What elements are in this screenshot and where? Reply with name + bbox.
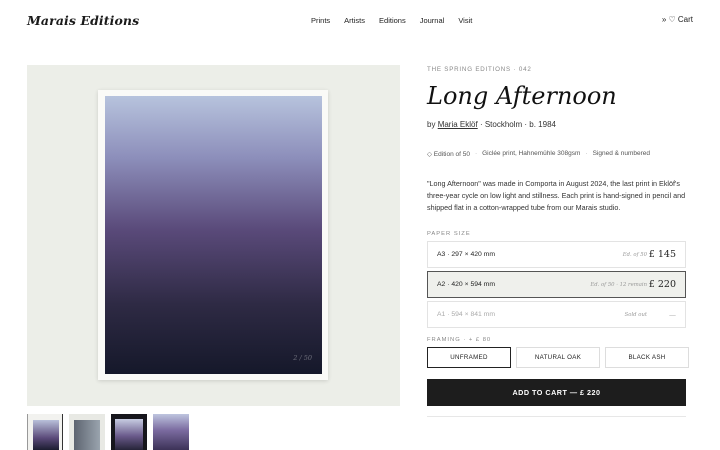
cart-link[interactable]: » ♡ Cart	[662, 15, 693, 24]
framing-options: UNFRAMED NATURAL OAK BLACK ASH	[427, 347, 689, 368]
thumbnail-front[interactable]	[27, 414, 63, 450]
edition-stamp: 2 / 50	[293, 354, 312, 362]
thumbnail-detail[interactable]	[69, 414, 105, 450]
size-edition: Ed. of 50	[622, 252, 647, 258]
nav-item-visit[interactable]: Visit	[458, 16, 472, 25]
framing-natural-oak-button[interactable]: NATURAL OAK	[516, 347, 600, 368]
print-artwork: 2 / 50	[105, 96, 322, 374]
spec-separator: ·	[474, 150, 478, 157]
size-option-a2[interactable]: A2 · 420 × 594 mm Ed. of 50 · 12 remain …	[427, 271, 686, 298]
size-option-a1: A1 · 594 × 841 mm Sold out —	[427, 301, 686, 328]
spec-signed: Signed & numbered	[592, 150, 651, 157]
add-to-cart-button[interactable]: ADD TO CART — £ 220	[427, 379, 686, 406]
thumbnail-closeup[interactable]	[153, 414, 189, 450]
size-name: A1 · 594 × 841 mm	[437, 311, 495, 318]
nav-item-prints[interactable]: Prints	[311, 16, 330, 25]
size-edition: Sold out	[624, 312, 647, 318]
spec-medium: Giclée print, Hahnemühle 308gsm	[482, 150, 581, 157]
product-title: Long Afternoon	[427, 82, 617, 110]
size-name: A2 · 420 × 594 mm	[437, 281, 495, 288]
size-name: A3 · 297 × 420 mm	[437, 251, 495, 258]
product-description: "Long Afternoon" was made in Comporta in…	[427, 179, 686, 213]
artist-meta: · Stockholm · b. 1984	[479, 120, 556, 129]
size-option-a3[interactable]: A3 · 297 × 420 mm Ed. of 50 £ 145	[427, 241, 686, 268]
brand-logo[interactable]: Marais Editions	[27, 13, 139, 28]
collection-eyebrow: THE SPRING EDITIONS · 042	[427, 66, 532, 73]
nav-item-editions[interactable]: Editions	[379, 16, 406, 25]
product-specs: ◇ Edition of 50 · Giclée print, Hahnemüh…	[427, 150, 650, 158]
framing-black-ash-button[interactable]: BLACK ASH	[605, 347, 689, 368]
artist-link[interactable]: Maria Eklöf	[438, 120, 478, 129]
thumbnail-strip	[27, 414, 189, 450]
nav-item-journal[interactable]: Journal	[420, 16, 445, 25]
artist-byline: by Maria Eklöf · Stockholm · b. 1984	[427, 120, 556, 129]
spec-edition: ◇ Edition of 50	[427, 151, 470, 158]
spec-separator: ·	[585, 150, 588, 157]
divider	[427, 416, 686, 417]
size-price: £ 145	[648, 249, 676, 260]
size-edition: Ed. of 50 · 12 remain	[590, 282, 647, 288]
main-nav: Prints Artists Editions Journal Visit	[311, 16, 472, 25]
nav-item-artists[interactable]: Artists	[344, 16, 365, 25]
paper-size-label: PAPER SIZE	[427, 231, 471, 237]
size-price: £ 220	[648, 279, 676, 290]
framing-unframed-button[interactable]: UNFRAMED	[427, 347, 511, 368]
framing-label: FRAMING · + £ 80	[427, 337, 492, 343]
byline-prefix: by	[427, 120, 436, 129]
product-image-stage[interactable]: 2 / 50	[27, 65, 400, 406]
thumbnail-framed[interactable]	[111, 414, 147, 450]
print-frame: 2 / 50	[98, 90, 328, 380]
size-price: —	[669, 311, 676, 319]
